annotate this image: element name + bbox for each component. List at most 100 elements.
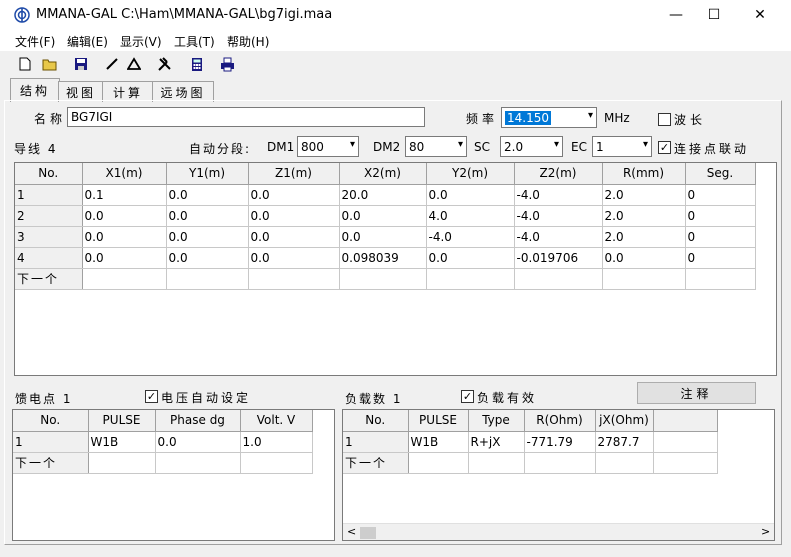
row-number[interactable]: 1 — [13, 431, 89, 453]
cell[interactable]: 20.0 — [339, 184, 427, 206]
col-header-y1[interactable]: Y1(m) — [166, 163, 249, 185]
cell[interactable]: W1B — [88, 431, 156, 453]
cell[interactable]: -4.0 — [514, 184, 603, 206]
cell[interactable] — [514, 268, 603, 290]
cell[interactable]: 0.0 — [166, 184, 249, 206]
auto-voltage-checkbox[interactable]: ✓ — [145, 390, 158, 403]
next-row-label[interactable]: 下一个 — [343, 452, 409, 474]
col-header-type[interactable]: Type — [468, 410, 525, 432]
scrollbar-thumb[interactable] — [360, 527, 376, 539]
cell[interactable]: 0 — [685, 247, 756, 269]
scroll-right-button[interactable]: > — [761, 525, 770, 538]
cell[interactable]: -4.0 — [426, 226, 515, 248]
menu-edit[interactable]: 编辑(E) — [67, 33, 108, 50]
col-header-z2[interactable]: Z2(m) — [514, 163, 603, 185]
col-header-y2[interactable]: Y2(m) — [426, 163, 515, 185]
cell[interactable] — [82, 268, 167, 290]
wavelength-checkbox[interactable] — [658, 113, 671, 126]
tools-icon[interactable] — [156, 55, 174, 73]
scroll-left-button[interactable]: < — [347, 525, 356, 538]
cell[interactable]: 0.0 — [82, 205, 167, 227]
col-header-r-ohm[interactable]: R(Ohm) — [524, 410, 596, 432]
cell[interactable]: -4.0 — [514, 205, 603, 227]
cell[interactable]: 0.0 — [155, 431, 241, 453]
cell[interactable] — [595, 452, 654, 474]
cell[interactable]: -771.79 — [524, 431, 596, 453]
cell[interactable] — [88, 452, 156, 474]
cell[interactable] — [685, 268, 756, 290]
cell[interactable]: 0.0 — [602, 247, 686, 269]
col-header-no[interactable]: No. — [343, 410, 409, 432]
calculator-icon[interactable] — [188, 55, 206, 73]
horizontal-scrollbar[interactable]: < > — [343, 523, 774, 540]
cell[interactable]: R+jX — [468, 431, 525, 453]
cell[interactable]: 0.0 — [166, 205, 249, 227]
cell[interactable]: 0 — [685, 226, 756, 248]
menu-view[interactable]: 显示(V) — [120, 33, 162, 50]
next-row-label[interactable]: 下一个 — [13, 452, 89, 474]
row-number[interactable]: 1 — [15, 184, 83, 206]
col-header-x1[interactable]: X1(m) — [82, 163, 167, 185]
col-header-no[interactable]: No. — [13, 410, 89, 432]
sources-grid[interactable]: No. PULSE Phase dg Volt. V 1 W1B 0.0 1.0… — [12, 409, 335, 541]
cell[interactable]: W1B — [408, 431, 469, 453]
cell[interactable] — [248, 268, 340, 290]
col-header-pulse[interactable]: PULSE — [88, 410, 156, 432]
col-header-phase[interactable]: Phase dg — [155, 410, 241, 432]
tab-geometry[interactable]: 结构 — [10, 78, 60, 102]
cell[interactable] — [166, 268, 249, 290]
cell[interactable]: 2787.7 — [595, 431, 654, 453]
cell[interactable]: 0.1 — [82, 184, 167, 206]
col-header-volt[interactable]: Volt. V — [240, 410, 313, 432]
cell[interactable] — [339, 268, 427, 290]
cell[interactable]: 2.0 — [602, 205, 686, 227]
col-header-jx-ohm[interactable]: jX(Ohm) — [595, 410, 654, 432]
open-folder-icon[interactable] — [41, 55, 59, 73]
cell[interactable]: 0.0 — [82, 226, 167, 248]
dm1-combo[interactable]: 800 ▾ — [297, 136, 359, 157]
col-header-pulse[interactable]: PULSE — [408, 410, 469, 432]
cell[interactable]: 0.0 — [426, 247, 515, 269]
cell[interactable] — [653, 452, 718, 474]
menu-file[interactable]: 文件(F) — [15, 33, 55, 50]
cell[interactable]: 0 — [685, 205, 756, 227]
cell[interactable] — [426, 268, 515, 290]
wires-grid[interactable]: No. X1(m) Y1(m) Z1(m) X2(m) Y2(m) Z2(m) … — [14, 162, 777, 376]
col-header-extra[interactable] — [653, 410, 718, 432]
loads-enabled-checkbox[interactable]: ✓ — [461, 390, 474, 403]
col-header-seg[interactable]: Seg. — [685, 163, 756, 185]
loads-grid[interactable]: No. PULSE Type R(Ohm) jX(Ohm) 1 W1B R+jX… — [342, 409, 775, 541]
cell[interactable]: 0.098039 — [339, 247, 427, 269]
cell[interactable] — [240, 452, 313, 474]
row-number[interactable]: 3 — [15, 226, 83, 248]
link-checkbox[interactable]: ✓ — [658, 141, 671, 154]
printer-icon[interactable] — [219, 55, 237, 73]
dm2-combo[interactable]: 80 ▾ — [405, 136, 467, 157]
cell[interactable]: 2.0 — [602, 226, 686, 248]
cell[interactable]: 0.0 — [248, 247, 340, 269]
cell[interactable]: 4.0 — [426, 205, 515, 227]
cell[interactable] — [408, 452, 469, 474]
cell[interactable]: 0.0 — [82, 247, 167, 269]
col-header-z1[interactable]: Z1(m) — [248, 163, 340, 185]
name-input[interactable]: BG7IGI — [67, 107, 425, 127]
frequency-combo[interactable]: 14.150 ▾ — [501, 107, 597, 128]
tab-calculate[interactable]: 计算 — [102, 81, 154, 102]
new-file-icon[interactable] — [16, 55, 34, 73]
menu-help[interactable]: 帮助(H) — [227, 33, 269, 50]
cell[interactable] — [155, 452, 241, 474]
tab-far-field[interactable]: 远场图 — [152, 81, 214, 102]
cell[interactable]: 0.0 — [248, 226, 340, 248]
save-icon[interactable] — [72, 55, 90, 73]
cell[interactable]: 1.0 — [240, 431, 313, 453]
tab-view[interactable]: 视图 — [58, 81, 104, 102]
sc-combo[interactable]: 2.0 ▾ — [500, 136, 563, 157]
comment-button[interactable]: 注释 — [637, 382, 756, 404]
cell[interactable]: 0.0 — [166, 247, 249, 269]
ec-combo[interactable]: 1 ▾ — [592, 136, 652, 157]
row-number[interactable]: 2 — [15, 205, 83, 227]
close-button[interactable]: ✕ — [737, 0, 783, 30]
cell[interactable]: 0.0 — [166, 226, 249, 248]
triangle-icon[interactable] — [125, 55, 143, 73]
col-header-x2[interactable]: X2(m) — [339, 163, 427, 185]
